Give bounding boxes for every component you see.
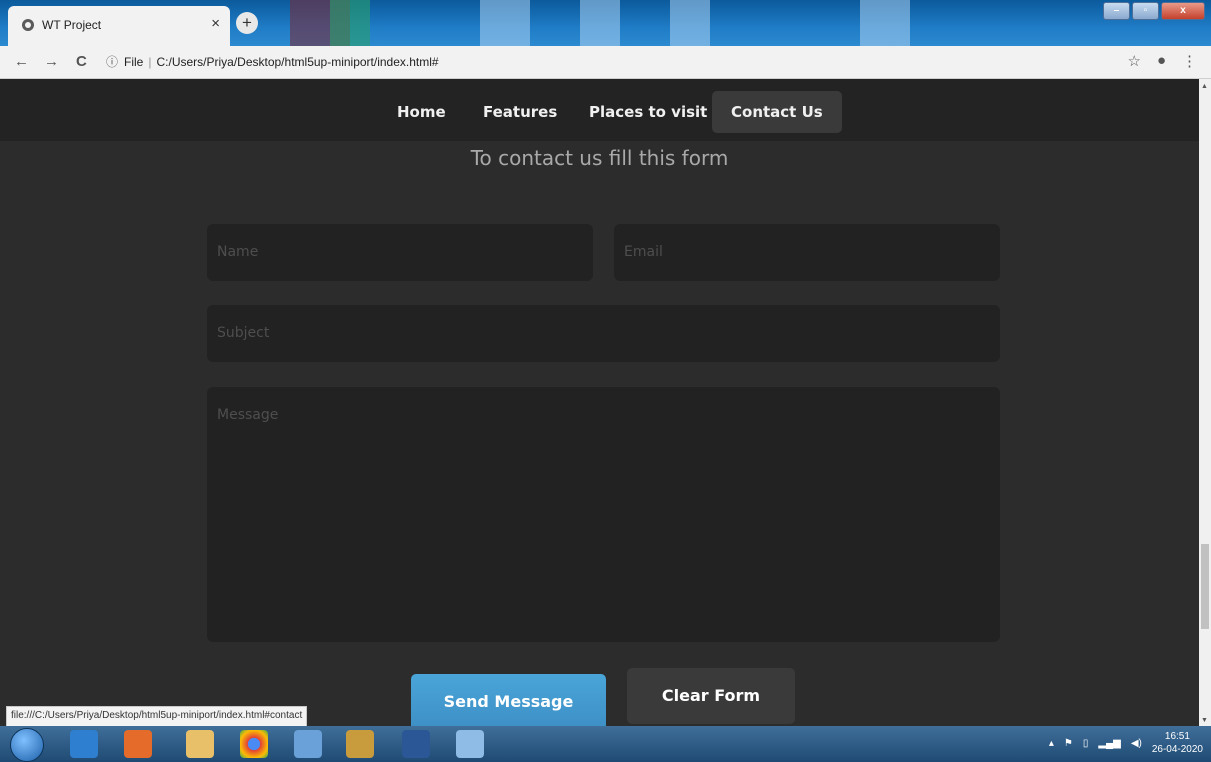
menu-icon[interactable]: ⋮ (1182, 52, 1197, 70)
profile-icon[interactable]: ● (1157, 52, 1166, 70)
clock-time: 16:51 (1164, 731, 1190, 742)
nav-features[interactable]: Features (464, 91, 576, 133)
word-icon[interactable] (402, 730, 430, 758)
internet-explorer-icon[interactable] (70, 730, 98, 758)
tab-close-button[interactable]: × (211, 15, 220, 32)
page-scrollbar[interactable]: ▲ ▼ (1199, 79, 1211, 726)
globe-icon (22, 19, 34, 31)
nav-home[interactable]: Home (378, 91, 465, 133)
start-button[interactable] (10, 728, 44, 762)
reload-button[interactable]: C (76, 53, 87, 70)
battery-icon[interactable]: ▯ (1083, 738, 1089, 749)
message-textarea[interactable]: Message (207, 387, 1000, 642)
url-text[interactable]: C:/Users/Priya/Desktop/html5up-miniport/… (156, 55, 438, 69)
clock-date: 26-04-2020 (1151, 744, 1203, 755)
send-message-button[interactable]: Send Message (411, 674, 606, 726)
volume-icon[interactable]: ◀) (1131, 738, 1142, 749)
page-content: Home Features Places to visit Contact Us… (0, 79, 1199, 726)
nav-contact-us[interactable]: Contact Us (712, 91, 842, 133)
chrome-icon[interactable] (240, 730, 268, 758)
scheme-label: File (124, 55, 144, 69)
contact-heading: To contact us fill this form (470, 146, 729, 170)
info-icon[interactable]: ⓘ (106, 55, 118, 69)
paint-icon[interactable] (456, 730, 484, 758)
bookmark-star-icon[interactable]: ☆ (1127, 52, 1140, 70)
name-input[interactable]: Name (207, 224, 593, 281)
address-bar[interactable]: ⓘ File | C:/Users/Priya/Desktop/html5up-min… (106, 50, 1116, 74)
email-input[interactable]: Email (614, 224, 1000, 281)
scrollbar-thumb[interactable] (1201, 544, 1209, 629)
app-icon[interactable] (294, 730, 322, 758)
clear-form-button[interactable]: Clear Form (627, 668, 795, 724)
browser-tab-strip: WT Project × + – ▫ x (0, 0, 1211, 46)
status-bar-url: file:///C:/Users/Priya/Desktop/html5up-m… (6, 706, 308, 728)
flag-icon[interactable]: ⚑ (1064, 738, 1073, 749)
app-icon[interactable] (346, 730, 374, 758)
desktop-wallpaper-fragment (860, 0, 910, 46)
new-tab-button[interactable]: + (236, 12, 258, 34)
media-player-icon[interactable] (124, 730, 152, 758)
desktop-wallpaper-fragment (330, 0, 370, 46)
desktop-wallpaper-fragment (480, 0, 530, 46)
file-explorer-icon[interactable] (186, 730, 214, 758)
window-close-button[interactable]: x (1161, 2, 1205, 20)
signal-icon[interactable]: ▂▄▆ (1098, 738, 1120, 749)
window-controls: – ▫ x (1103, 2, 1205, 20)
forward-button[interactable]: → (44, 53, 59, 70)
browser-tab[interactable]: WT Project × (8, 6, 230, 46)
tray-arrow-icon[interactable]: ▴ (1049, 738, 1054, 749)
scroll-down-icon[interactable]: ▼ (1201, 717, 1208, 724)
clock[interactable]: 16:51 26-04-2020 (1152, 730, 1203, 756)
browser-toolbar: ← → C ⓘ File | C:/Users/Priya/Desktop/html5… (0, 46, 1211, 79)
nav-places-to-visit[interactable]: Places to visit (570, 91, 726, 133)
windows-taskbar: ▴ ⚑ ▯ ▂▄▆ ◀) 16:51 26-04-2020 (0, 726, 1211, 762)
maximize-button[interactable]: ▫ (1132, 2, 1159, 20)
tab-title: WT Project (42, 18, 102, 32)
scroll-up-icon[interactable]: ▲ (1201, 83, 1208, 90)
desktop-wallpaper-fragment (670, 0, 710, 46)
minimize-button[interactable]: – (1103, 2, 1130, 20)
top-navigation: Home Features Places to visit Contact Us (0, 79, 1199, 141)
separator: | (148, 55, 152, 69)
back-button[interactable]: ← (14, 53, 29, 70)
desktop-wallpaper-fragment (580, 0, 620, 46)
system-tray: ▴ ⚑ ▯ ▂▄▆ ◀) 16:51 26-04-2020 (1049, 730, 1203, 756)
toolbar-actions: ☆ ● ⋮ (1127, 52, 1197, 70)
subject-input[interactable]: Subject (207, 305, 1000, 362)
